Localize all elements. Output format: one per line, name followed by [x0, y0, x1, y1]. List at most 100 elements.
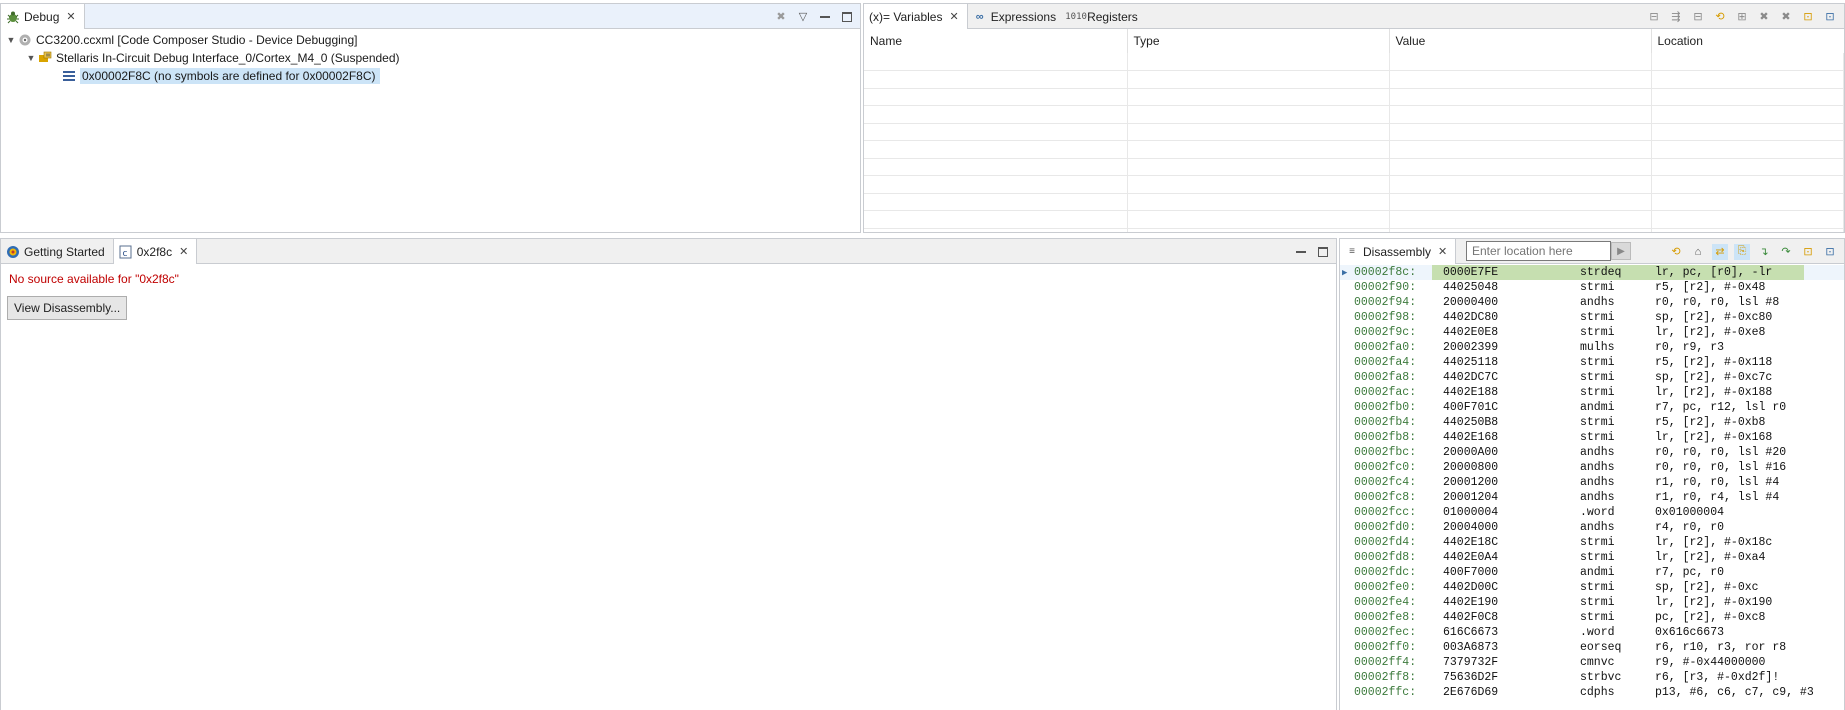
table-row: [864, 210, 1844, 229]
disassembly-row[interactable]: 00002f90: 44025048 strmi r5, [r2], #-0x48: [1340, 280, 1844, 295]
disassembly-row[interactable]: 00002fc4: 20001200 andhs r1, r0, r0, lsl #4: [1340, 475, 1844, 490]
instruction-mnemonic: strmi: [1580, 326, 1615, 339]
instruction-opcode: 20001200: [1443, 476, 1499, 489]
tab-variables[interactable]: (x)= Variables ✕: [864, 4, 968, 29]
svg-text:c: c: [123, 249, 128, 259]
disassembly-row[interactable]: 00002f98: 4402DC80 strmi sp, [r2], #-0xc80: [1340, 310, 1844, 325]
disassembly-row[interactable]: 00002fe0: 4402D00C strmi sp, [r2], #-0xc: [1340, 580, 1844, 595]
instruction-address: 00002ffc:: [1354, 686, 1417, 699]
maximize-button[interactable]: [1316, 245, 1330, 259]
debug-window-controls: ✖ ▽: [774, 4, 854, 29]
disassembly-row[interactable]: 00002fb8: 4402E168 strmi lr, [r2], #-0x168: [1340, 430, 1844, 445]
chevron-down-icon[interactable]: ▼: [5, 35, 17, 45]
tab-debug[interactable]: Debug ✕: [1, 4, 85, 29]
view-menu-icon[interactable]: ▽: [796, 10, 810, 24]
instruction-address: 00002fa4:: [1354, 356, 1417, 369]
minimize-button[interactable]: [1294, 245, 1308, 259]
close-icon[interactable]: ✕: [179, 245, 188, 258]
tree-layout-icon[interactable]: ⊟: [1646, 9, 1662, 25]
instruction-opcode: 0000E7FE: [1443, 266, 1499, 279]
tab-getting-started[interactable]: Getting Started: [1, 239, 113, 264]
disassembly-row[interactable]: 00002fbc: 20000A00 andhs r0, r0, r0, lsl #2…: [1340, 445, 1844, 460]
view-disassembly-button[interactable]: View Disassembly...: [7, 296, 128, 320]
disassembly-row[interactable]: 00002fc0: 20000800 andhs r0, r0, r0, lsl #1…: [1340, 460, 1844, 475]
instruction-address: 00002fd0:: [1354, 521, 1417, 534]
remove-icon[interactable]: ✖: [1756, 9, 1772, 25]
column-header-location[interactable]: Location: [1651, 29, 1844, 53]
disassembly-row[interactable]: 00002fc8: 20001204 andhs r1, r0, r4, lsl #4: [1340, 490, 1844, 505]
disassembly-row[interactable]: 00002fa4: 44025118 strmi r5, [r2], #-0x118: [1340, 355, 1844, 370]
instruction-operands: r0, r0, r0, lsl #8: [1655, 296, 1780, 309]
disassembly-row[interactable]: 00002fd0: 20004000 andhs r4, r0, r0: [1340, 520, 1844, 535]
location-input[interactable]: [1466, 241, 1611, 261]
bug-icon: [6, 10, 20, 24]
maximize-button[interactable]: ⊡: [1822, 244, 1838, 260]
tab-registers[interactable]: 1010 Registers: [1064, 4, 1146, 29]
disassembly-row[interactable]: 00002fdc: 400F7000 andmi r7, pc, r0: [1340, 565, 1844, 580]
instruction-address: 00002f94:: [1354, 296, 1417, 309]
disassembly-row[interactable]: ▶ 00002f8c: 0000E7FE strdeq lr, pc, [r0], -l…: [1340, 265, 1844, 280]
disassembly-row[interactable]: 00002ff0: 003A6873 eorseq r6, r10, r3, ror …: [1340, 640, 1844, 655]
close-icon[interactable]: ✕: [66, 10, 75, 23]
column-header-value[interactable]: Value: [1389, 29, 1652, 53]
close-icon[interactable]: ✕: [1438, 245, 1447, 258]
refresh-icon[interactable]: ⟲: [1668, 244, 1684, 260]
tree-item-cortex[interactable]: ▼ Stellaris In-Circuit Debug Interface_0…: [1, 49, 860, 67]
link-with-context-icon[interactable]: ⇄: [1712, 243, 1728, 260]
disassembly-row[interactable]: 00002fa8: 4402DC7C strmi sp, [r2], #-0xc7c: [1340, 370, 1844, 385]
chevron-down-icon[interactable]: ▼: [25, 53, 37, 63]
minimize-button[interactable]: [818, 10, 832, 24]
maximize-button[interactable]: [840, 10, 854, 24]
minimize-button[interactable]: ⊡: [1800, 9, 1816, 25]
tab-disassembly[interactable]: ≡ Disassembly ✕: [1340, 239, 1457, 264]
column-header-name[interactable]: Name: [864, 29, 1128, 53]
disassembly-row[interactable]: 00002fd4: 4402E18C strmi lr, [r2], #-0x18c: [1340, 535, 1844, 550]
instruction-opcode: 4402DC7C: [1443, 371, 1499, 384]
watch-icon[interactable]: ⊞: [1734, 9, 1750, 25]
remove-terminated-icon[interactable]: ✖: [774, 10, 788, 24]
column-header-type[interactable]: Type: [1127, 29, 1390, 53]
show-source-icon[interactable]: ⎘: [1734, 243, 1750, 260]
tab-disassembly-label: Disassembly: [1363, 244, 1432, 259]
instruction-mnemonic: strmi: [1580, 581, 1615, 594]
tree-item-frame[interactable]: 0x00002F8C (no symbols are defined for 0…: [1, 67, 860, 85]
step-into-icon[interactable]: ↴: [1756, 244, 1772, 260]
disassembly-row[interactable]: 00002fec: 616C6673 .word 0x616c6673: [1340, 625, 1844, 640]
disassembly-row[interactable]: 00002fb0: 400F701C andmi r7, pc, r12, lsl r…: [1340, 400, 1844, 415]
disassembly-row[interactable]: 00002f94: 20000400 andhs r0, r0, r0, lsl #8: [1340, 295, 1844, 310]
instruction-mnemonic: andmi: [1580, 401, 1615, 414]
disassembly-row[interactable]: 00002fac: 4402E188 strmi lr, [r2], #-0x188: [1340, 385, 1844, 400]
instruction-mnemonic: cmnvc: [1580, 656, 1615, 669]
add-expression-icon[interactable]: ⇶: [1668, 9, 1684, 25]
instruction-opcode: 4402F0C8: [1443, 611, 1499, 624]
instruction-mnemonic: strdeq: [1580, 266, 1622, 279]
tab-expressions[interactable]: ∞ Expressions: [968, 4, 1064, 29]
maximize-button[interactable]: ⊡: [1822, 9, 1838, 25]
remove-all-icon[interactable]: ✖: [1778, 9, 1794, 25]
disassembly-row[interactable]: 00002ffc: 2E676D69 cdphs p13, #6, c6, c7, c…: [1340, 685, 1844, 700]
tab-address[interactable]: c 0x2f8c ✕: [112, 239, 198, 264]
disassembly-row[interactable]: 00002f9c: 4402E0E8 strmi lr, [r2], #-0xe8: [1340, 325, 1844, 340]
step-over-icon[interactable]: ↷: [1778, 244, 1794, 260]
collapse-all-icon[interactable]: ⊟: [1690, 9, 1706, 25]
instruction-mnemonic: strmi: [1580, 431, 1615, 444]
go-to-location-button[interactable]: ▶: [1611, 242, 1631, 260]
disassembly-row[interactable]: 00002fd8: 4402E0A4 strmi lr, [r2], #-0xa4: [1340, 550, 1844, 565]
disassembly-row[interactable]: 00002fe8: 4402F0C8 strmi pc, [r2], #-0xc8: [1340, 610, 1844, 625]
disassembly-row[interactable]: 00002fa0: 20002399 mulhs r0, r9, r3: [1340, 340, 1844, 355]
disassembly-row[interactable]: 00002fe4: 4402E190 strmi lr, [r2], #-0x190: [1340, 595, 1844, 610]
home-icon[interactable]: ⌂: [1690, 244, 1706, 260]
disassembly-row[interactable]: 00002ff4: 7379732F cmnvc r9, #-0x44000000: [1340, 655, 1844, 670]
tree-item-ccxml[interactable]: ▼ CC3200.ccxml [Code Composer Studio - D…: [1, 31, 860, 49]
instruction-operands: lr, [r2], #-0xa4: [1655, 551, 1766, 564]
refresh-icon[interactable]: ⟲: [1712, 9, 1728, 25]
minimize-button[interactable]: ⊡: [1800, 244, 1816, 260]
instruction-operands: lr, [r2], #-0x188: [1655, 386, 1773, 399]
disassembly-row[interactable]: 00002ff8: 75636D2F strbvc r6, [r3, #-0xd2f]…: [1340, 670, 1844, 685]
close-icon[interactable]: ✕: [949, 10, 958, 23]
table-row: [864, 105, 1844, 124]
disassembly-row[interactable]: 00002fb4: 440250B8 strmi r5, [r2], #-0xb8: [1340, 415, 1844, 430]
disassembly-row[interactable]: 00002fcc: 01000004 .word 0x01000004: [1340, 505, 1844, 520]
instruction-address: 00002f8c:: [1354, 266, 1417, 279]
instruction-operands: sp, [r2], #-0xc7c: [1655, 371, 1773, 384]
